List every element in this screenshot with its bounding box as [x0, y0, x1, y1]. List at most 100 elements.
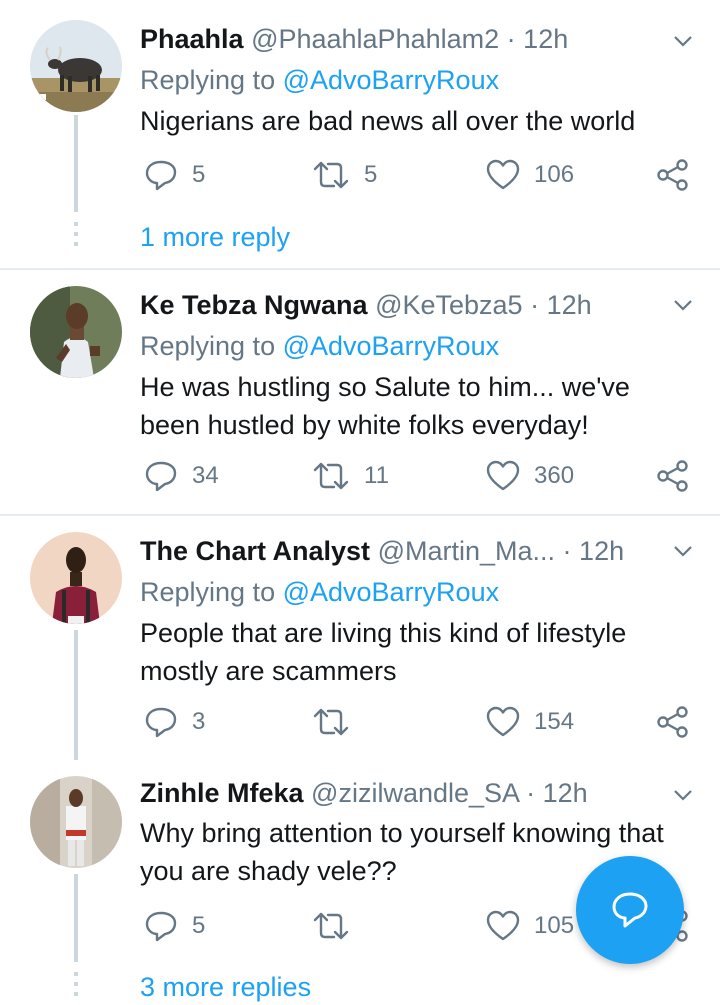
compose-reply-icon: [612, 892, 648, 928]
tweet-header: The Chart Analyst @Martin_Ma... · 12h: [140, 534, 700, 568]
replying-to-handle[interactable]: @AdvoBarryRoux: [283, 65, 500, 95]
like-button[interactable]: 105: [486, 906, 574, 946]
like-button[interactable]: 154: [486, 702, 574, 742]
reply-icon: [145, 461, 177, 492]
more-replies-link[interactable]: 3 more replies: [140, 972, 311, 1003]
avatar[interactable]: [30, 20, 122, 112]
timestamp: 12h: [579, 536, 625, 566]
tweet-text-line: mostly are scammers: [140, 656, 397, 686]
retweet-icon: [313, 462, 349, 490]
share-button[interactable]: [656, 702, 690, 742]
tweet-text-line: Nigerians are bad news all over the worl…: [140, 106, 636, 136]
user-handle[interactable]: @PhaahlaPhahlam2: [251, 24, 499, 54]
reply-count: 5: [192, 161, 206, 188]
thread-line: [74, 874, 78, 962]
reply-icon: [145, 911, 177, 942]
retweet-button[interactable]: [312, 906, 364, 946]
thread-dots: [74, 222, 78, 252]
timestamp: 12h: [523, 24, 569, 54]
display-name[interactable]: Ke Tebza Ngwana: [140, 290, 368, 320]
replying-to-handle[interactable]: @AdvoBarryRoux: [283, 331, 500, 361]
tweet-text: People that are living this kind of life…: [140, 614, 700, 690]
user-handle[interactable]: @Martin_Ma...: [378, 536, 555, 566]
chevron-down-icon[interactable]: [672, 784, 694, 806]
tweet-text-line: been hustled by white folks everyday!: [140, 410, 589, 440]
timestamp: 12h: [546, 290, 592, 320]
tweet-text: Nigerians are bad news all over the worl…: [140, 102, 700, 140]
reply-button[interactable]: 5: [144, 155, 205, 195]
tweet-body: The Chart Analyst @Martin_Ma... · 12h Re…: [140, 534, 700, 690]
reply-count: 34: [192, 462, 219, 489]
tweet-actions: 34 11 360: [140, 456, 700, 496]
share-button[interactable]: [656, 155, 690, 195]
reply-count: 5: [192, 912, 206, 939]
retweet-icon: [313, 161, 349, 189]
share-icon: [657, 460, 688, 492]
replying-to-label: Replying to: [140, 65, 283, 95]
thread-dots: [74, 972, 78, 1002]
tweet-header: Zinhle Mfeka @zizilwandle_SA · 12h: [140, 776, 700, 810]
more-replies-link[interactable]: 1 more reply: [140, 222, 290, 253]
avatar[interactable]: [30, 532, 122, 624]
replying-to-label: Replying to: [140, 331, 283, 361]
tweet-actions: 3 154: [140, 702, 700, 742]
retweet-icon: [313, 708, 349, 736]
like-count: 360: [534, 462, 575, 489]
replying-to: Replying to @AdvoBarryRoux: [140, 328, 700, 364]
user-handle[interactable]: @KeTebza5: [375, 290, 523, 320]
retweet-count: 5: [364, 161, 378, 188]
separator: ·: [526, 778, 536, 808]
retweet-button[interactable]: 5: [312, 155, 377, 195]
avatar[interactable]: [30, 776, 122, 868]
display-name[interactable]: The Chart Analyst: [140, 536, 370, 566]
tweet-actions: 5 5 106: [140, 155, 700, 195]
retweet-button[interactable]: [312, 702, 364, 742]
avatar[interactable]: [30, 286, 122, 378]
tweet-text-line: He was hustling so Salute to him... we'v…: [140, 372, 630, 402]
replying-to-label: Replying to: [140, 577, 283, 607]
heart-icon: [486, 706, 520, 737]
reply-button[interactable]: 3: [144, 702, 205, 742]
tweet-text: He was hustling so Salute to him... we'v…: [140, 368, 700, 444]
like-button[interactable]: 360: [486, 456, 574, 496]
like-count: 154: [534, 708, 575, 735]
reply-button[interactable]: 34: [144, 456, 219, 496]
chevron-down-icon[interactable]: [672, 30, 694, 52]
chevron-down-icon[interactable]: [672, 540, 694, 562]
timestamp: 12h: [542, 778, 588, 808]
chevron-down-icon[interactable]: [672, 294, 694, 316]
tweet-text-line: People that are living this kind of life…: [140, 618, 627, 648]
replying-to: Replying to @AdvoBarryRoux: [140, 574, 700, 610]
tweet-3[interactable]: The Chart Analyst @Martin_Ma... · 12h Re…: [0, 516, 720, 760]
tweet-body: Phaahla @PhaahlaPhahlam2 · 12h Replying …: [140, 22, 700, 140]
tweet-header: Phaahla @PhaahlaPhahlam2 · 12h: [140, 22, 700, 56]
retweet-button[interactable]: 11: [312, 456, 389, 496]
reply-icon: [145, 160, 177, 191]
reply-icon: [145, 707, 177, 738]
heart-icon: [486, 159, 520, 190]
separator: ·: [530, 290, 540, 320]
separator: ·: [506, 24, 516, 54]
reply-count: 3: [192, 708, 206, 735]
share-icon: [657, 159, 688, 191]
retweet-count: 11: [364, 462, 389, 489]
heart-icon: [486, 460, 520, 491]
replying-to-handle[interactable]: @AdvoBarryRoux: [283, 577, 500, 607]
retweet-icon: [313, 912, 349, 940]
tweet-1[interactable]: Phaahla @PhaahlaPhahlam2 · 12h Replying …: [0, 0, 720, 268]
share-button[interactable]: [656, 456, 690, 496]
user-handle[interactable]: @zizilwandle_SA: [311, 778, 519, 808]
heart-icon: [486, 910, 520, 941]
reply-button[interactable]: 5: [144, 906, 205, 946]
compose-reply-button[interactable]: [576, 856, 684, 964]
display-name[interactable]: Zinhle Mfeka: [140, 778, 304, 808]
display-name[interactable]: Phaahla: [140, 24, 244, 54]
tweet-text-line: Why bring attention to yourself knowing …: [140, 818, 664, 848]
tweet-2[interactable]: Ke Tebza Ngwana @KeTebza5 · 12h Replying…: [0, 270, 720, 514]
thread-line: [74, 115, 78, 212]
replying-to: Replying to @AdvoBarryRoux: [140, 62, 700, 98]
tweet-body: Ke Tebza Ngwana @KeTebza5 · 12h Replying…: [140, 288, 700, 444]
like-count: 106: [534, 161, 575, 188]
thread-line: [74, 630, 78, 760]
like-button[interactable]: 106: [486, 155, 574, 195]
